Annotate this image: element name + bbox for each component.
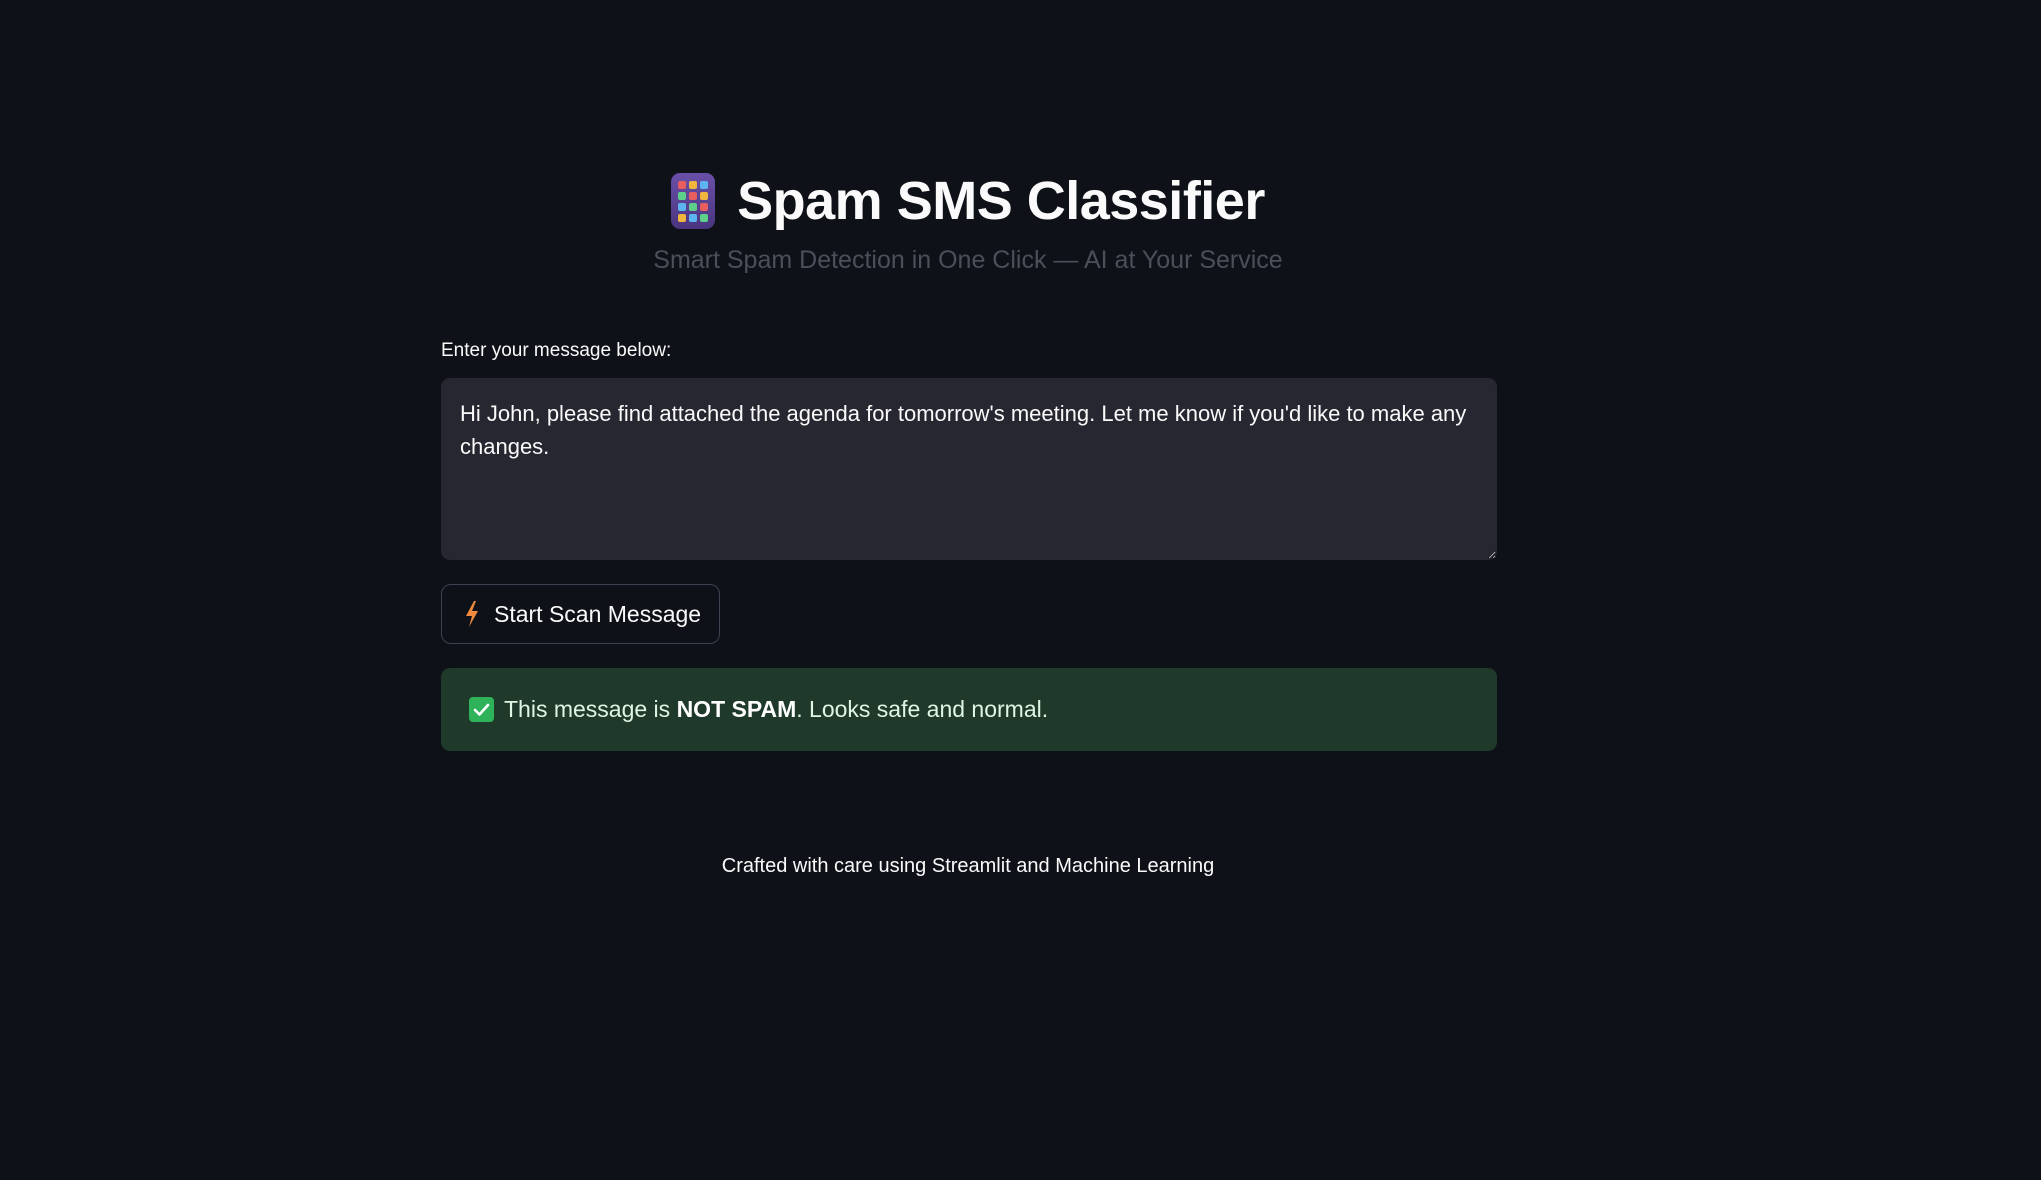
title-row: Spam SMS Classifier: [671, 170, 1265, 232]
result-verdict: NOT SPAM: [676, 696, 797, 722]
start-scan-button[interactable]: Start Scan Message: [441, 584, 721, 644]
page-header: Spam SMS Classifier Smart Spam Detection…: [0, 170, 1936, 275]
app-page: Spam SMS Classifier Smart Spam Detection…: [0, 0, 2041, 1180]
page-footer: Crafted with care using Streamlit and Ma…: [721, 855, 1215, 877]
main-content: Enter your message below: Hi John, pleas…: [441, 340, 1497, 751]
result-suffix: . Looks safe and normal.: [796, 696, 1049, 722]
result-alert: This message is NOT SPAM. Looks safe and…: [441, 668, 1497, 751]
page-title: Spam SMS Classifier: [737, 171, 1265, 231]
calculator-icon: [671, 173, 716, 229]
message-input[interactable]: Hi John, please find attached the agenda…: [441, 378, 1497, 560]
lightning-bolt-icon: [466, 601, 478, 627]
result-prefix: This message is: [504, 696, 677, 722]
result-text: This message is NOT SPAM. Looks safe and…: [504, 696, 1048, 723]
start-scan-button-label: Start Scan Message: [494, 600, 702, 627]
message-label: Enter your message below:: [441, 340, 672, 361]
check-mark-icon: [469, 697, 494, 722]
page-subtitle: Smart Spam Detection in One Click — AI a…: [653, 246, 1283, 274]
